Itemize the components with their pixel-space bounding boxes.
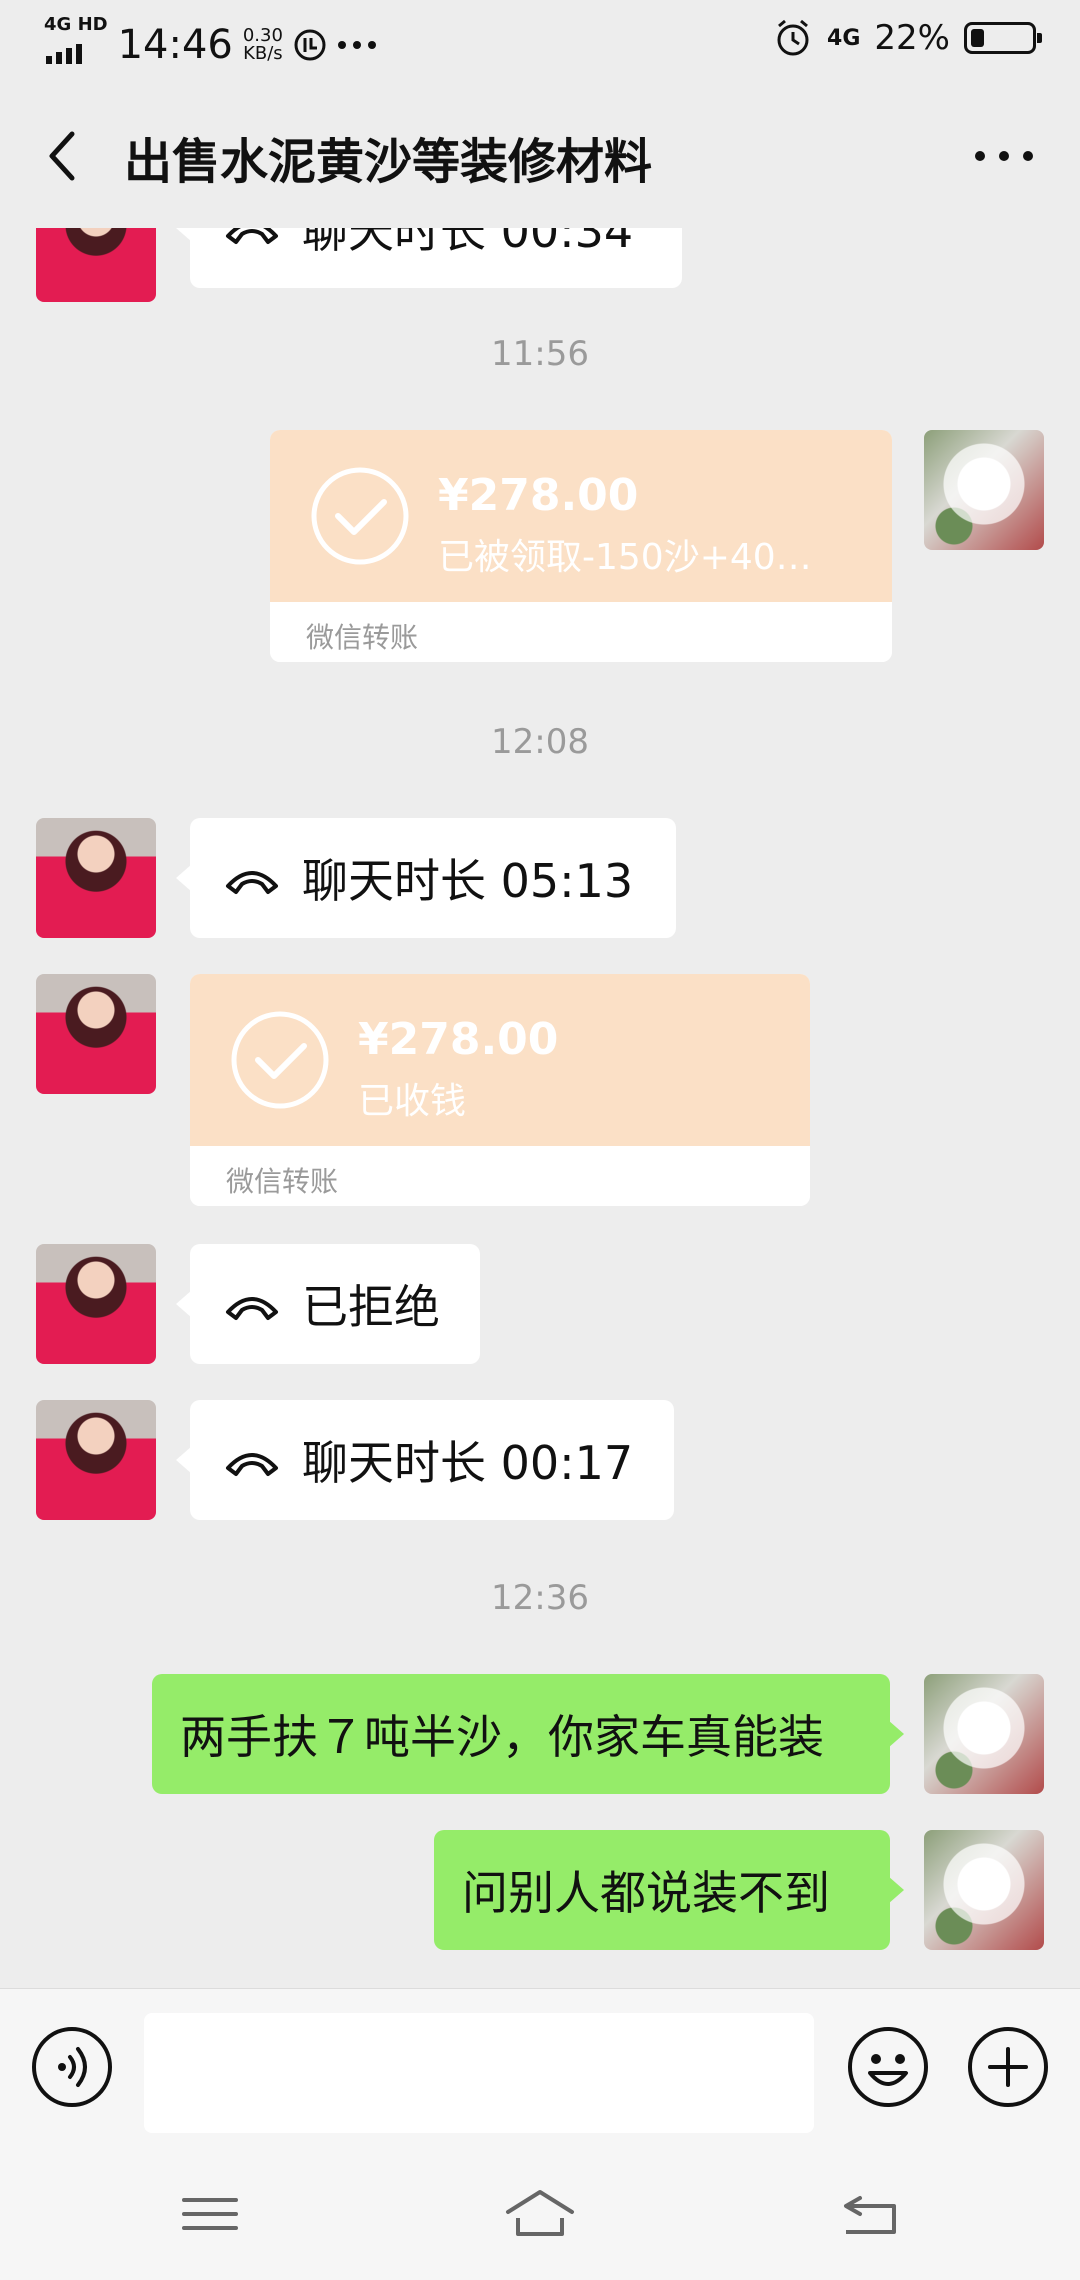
avatar-contact[interactable] — [36, 1244, 156, 1364]
speed-unit: KB/s — [243, 43, 283, 64]
phone-hangup-icon — [226, 228, 278, 244]
timestamp: 12:08 — [491, 722, 589, 762]
avatar-contact[interactable] — [36, 1400, 156, 1520]
more-functions-button[interactable] — [966, 2025, 1050, 2109]
message-bubble-sent[interactable]: 两手扶７吨半沙，你家车真能装 — [152, 1674, 904, 1794]
status-left: 4G HD 14:46 0.30 KB/s — [44, 16, 377, 74]
transfer-footer: 微信转账 — [190, 1146, 810, 1206]
call-text: 聊天时长 00:17 — [302, 1436, 634, 1490]
call-text: 聊天时长 00:34 — [302, 228, 634, 258]
call-record[interactable]: 聊天时长 00:17 — [176, 1400, 674, 1520]
transfer-footer: 微信转账 — [270, 602, 892, 662]
call-record-partial[interactable]: 聊天时长 00:34 — [176, 228, 682, 288]
timestamp: 11:56 — [491, 334, 589, 374]
status-right: 4G 22% — [773, 18, 1042, 58]
network-type-right: 4G — [827, 25, 861, 51]
status-time: 14:46 — [117, 22, 233, 68]
data-saver-icon — [294, 29, 326, 61]
transfer-label: 微信转账 — [306, 621, 419, 654]
call-text: 已拒绝 — [302, 1280, 440, 1334]
transfer-card-received[interactable]: ¥278.00 已收钱 微信转账 — [190, 974, 810, 1206]
battery-percent: 22% — [874, 18, 950, 58]
menu-icon[interactable] — [170, 2184, 250, 2244]
check-circle-icon — [231, 1011, 329, 1109]
phone-hangup-icon — [226, 871, 278, 894]
more-options-button[interactable] — [964, 128, 1044, 184]
phone-hangup-icon — [226, 1297, 278, 1320]
network-indicator: 4G HD — [44, 16, 108, 74]
transfer-top: ¥278.00 已收钱 — [190, 974, 810, 1146]
avatar-self[interactable] — [924, 430, 1044, 550]
transfer-top: ¥278.00 已被领取-150沙+40… — [270, 430, 892, 602]
input-bar — [0, 1988, 1080, 2149]
transfer-card-sent[interactable]: ¥278.00 已被领取-150沙+40… 微信转账 — [270, 430, 892, 662]
check-circle-icon — [311, 467, 409, 565]
avatar-self[interactable] — [924, 1830, 1044, 1950]
transfer-label: 微信转账 — [226, 1165, 339, 1198]
system-nav-bar — [0, 2148, 1080, 2280]
transfer-note: 已被领取-150沙+40… — [438, 537, 812, 578]
chat-area[interactable]: 聊天时长 00:34 11:56 ¥278.00 已被领取-150沙+40… 微… — [0, 228, 1080, 1988]
more-status-icon — [337, 41, 376, 49]
message-text: 两手扶７吨半沙，你家车真能装 — [180, 1710, 824, 1764]
transfer-amount: ¥278.00 — [438, 470, 639, 521]
battery-icon — [964, 22, 1042, 54]
chat-header: 出售水泥黄沙等装修材料 — [0, 84, 1080, 229]
call-text: 聊天时长 05:13 — [302, 854, 634, 908]
back-button[interactable] — [36, 124, 92, 188]
network-speed: 0.30 KB/s — [243, 27, 283, 63]
timestamp: 12:36 — [491, 1578, 589, 1618]
chat-title: 出售水泥黄沙等装修材料 — [124, 134, 653, 190]
battery-fill — [971, 29, 984, 47]
emoji-button[interactable] — [846, 2025, 930, 2109]
back-arrow-icon[interactable] — [830, 2184, 910, 2244]
message-text: 问别人都说装不到 — [462, 1866, 830, 1920]
signal-icon — [46, 44, 82, 64]
network-type: 4G HD — [44, 14, 108, 35]
call-record[interactable]: 聊天时长 05:13 — [176, 818, 676, 938]
transfer-amount: ¥278.00 — [358, 1014, 559, 1065]
alarm-icon — [777, 19, 809, 56]
message-bubble-sent[interactable]: 问别人都说装不到 — [434, 1830, 904, 1950]
avatar-self[interactable] — [924, 1674, 1044, 1794]
avatar-contact[interactable] — [36, 974, 156, 1094]
call-record[interactable]: 已拒绝 — [176, 1244, 480, 1364]
home-icon[interactable] — [500, 2184, 580, 2244]
status-bar: 4G HD 14:46 0.30 KB/s 4G 22% — [0, 0, 1080, 84]
avatar-contact[interactable] — [36, 228, 156, 302]
transfer-note: 已收钱 — [358, 1081, 467, 1122]
voice-input-button[interactable] — [30, 2025, 114, 2109]
phone-hangup-icon — [226, 1453, 278, 1476]
message-input[interactable] — [144, 2013, 814, 2133]
avatar-contact[interactable] — [36, 818, 156, 938]
